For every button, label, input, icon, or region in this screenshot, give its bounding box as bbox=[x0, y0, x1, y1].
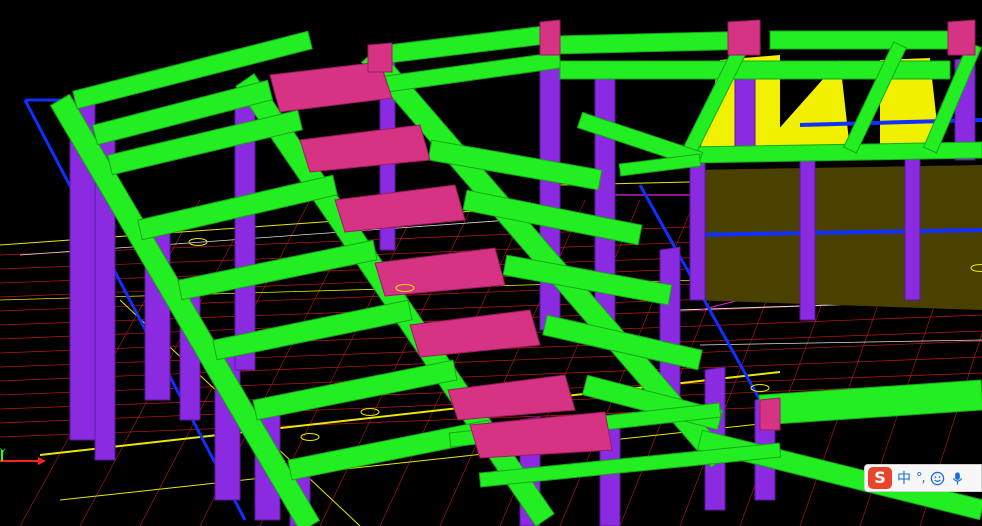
ucs-y-label: Y bbox=[0, 448, 6, 458]
stair-landing bbox=[469, 411, 613, 459]
floor-slab bbox=[690, 165, 982, 310]
ime-toolbar[interactable]: S 中 °, bbox=[864, 464, 982, 492]
smiley-icon[interactable] bbox=[930, 471, 945, 486]
cad-3d-viewport[interactable]: Y bbox=[0, 0, 982, 526]
column bbox=[904, 151, 921, 301]
column-cap bbox=[727, 19, 761, 56]
beam bbox=[758, 379, 982, 426]
beam bbox=[769, 30, 961, 50]
stair-landing bbox=[447, 374, 576, 421]
stair-landing bbox=[409, 309, 541, 358]
sogou-logo-icon[interactable]: S bbox=[868, 467, 892, 489]
beam bbox=[287, 419, 493, 481]
beam bbox=[618, 153, 702, 177]
ime-chinese-mode-toggle[interactable]: 中 bbox=[897, 468, 911, 488]
column-cap bbox=[947, 19, 976, 56]
column bbox=[799, 146, 816, 321]
column-cap bbox=[759, 397, 781, 431]
column-cap bbox=[539, 19, 561, 56]
dimension-marker bbox=[360, 408, 380, 416]
stair-landing bbox=[374, 247, 506, 297]
column bbox=[689, 151, 706, 301]
stair-landing bbox=[299, 124, 431, 173]
structural-model-view: Y bbox=[0, 19, 982, 526]
ime-punctuation-toggle[interactable]: °, bbox=[916, 471, 926, 486]
ucs-x-arrow bbox=[38, 457, 46, 465]
column-cap bbox=[367, 42, 393, 73]
microphone-icon[interactable] bbox=[950, 471, 965, 486]
